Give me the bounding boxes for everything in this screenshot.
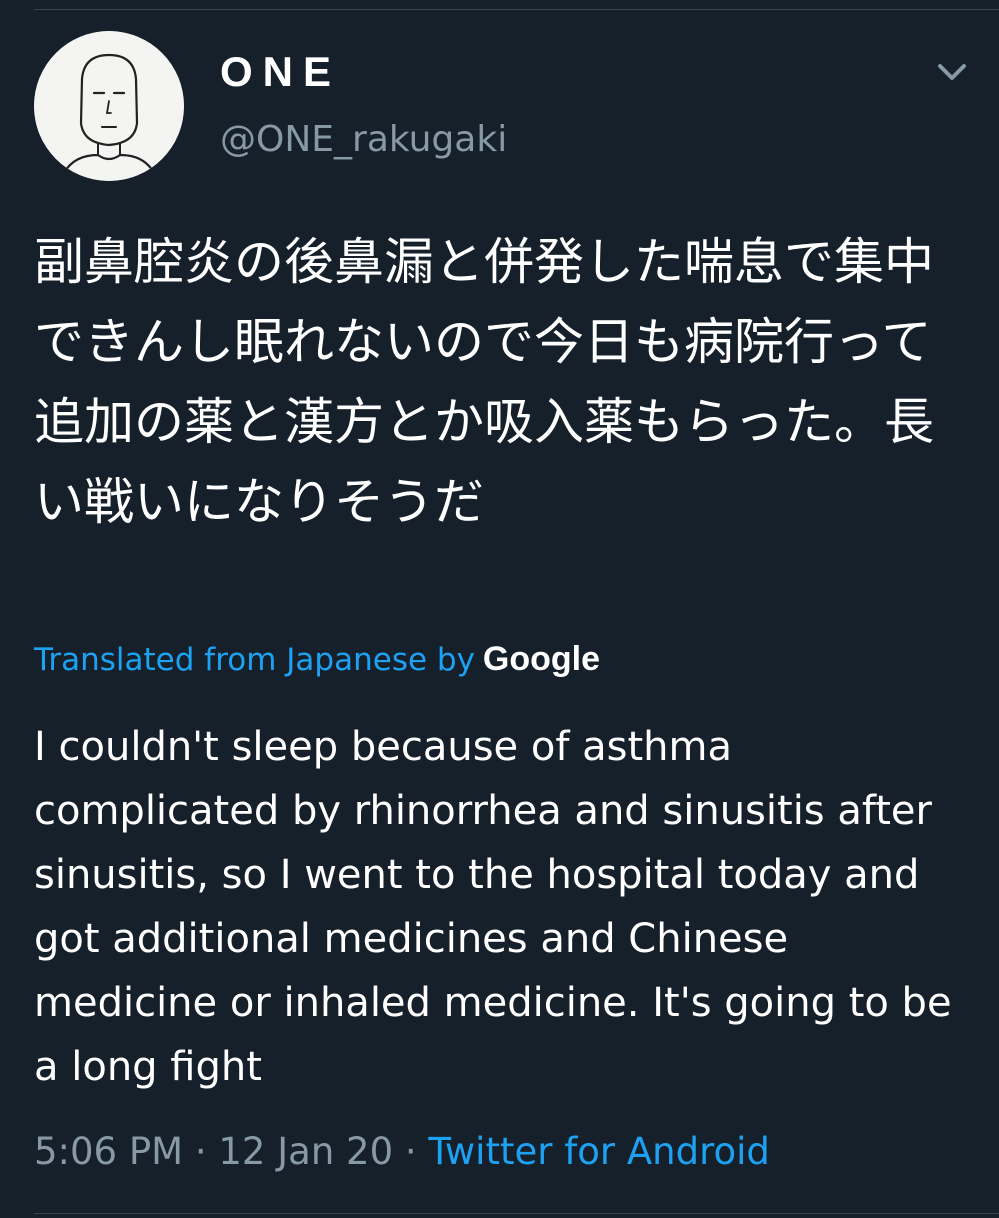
chevron-down-icon — [938, 64, 966, 80]
tweet-time[interactable]: 5:06 PM — [34, 1130, 183, 1173]
author-display-name[interactable]: ONE — [220, 48, 341, 96]
translated-text: I couldn't sleep because of asthma compl… — [34, 724, 952, 1090]
bottom-divider — [34, 1213, 999, 1214]
tweet-source-link[interactable]: Twitter for Android — [428, 1130, 769, 1173]
meta-separator: · — [393, 1130, 429, 1173]
avatar-doodle-face-icon — [34, 31, 184, 181]
meta-separator: · — [183, 1130, 219, 1173]
tweet-meta: 5:06 PM · 12 Jan 20 · Twitter for Androi… — [34, 1130, 770, 1173]
avatar[interactable] — [34, 31, 184, 181]
top-divider — [34, 9, 999, 10]
tweet-menu-button[interactable] — [930, 52, 974, 92]
author-handle[interactable]: @ONE_rakugaki — [220, 119, 507, 160]
translation-attribution: Translated from Japanese by Google — [34, 640, 600, 679]
translation-label-link[interactable]: Translated from Japanese by — [34, 642, 475, 678]
tweet-text: 副鼻腔炎の後鼻漏と併発した喘息で集中できんし眠れないので今日も病院行って追加の薬… — [34, 233, 934, 531]
translation-provider-logo: Google — [482, 640, 601, 678]
tweet-date[interactable]: 12 Jan 20 — [218, 1130, 393, 1173]
